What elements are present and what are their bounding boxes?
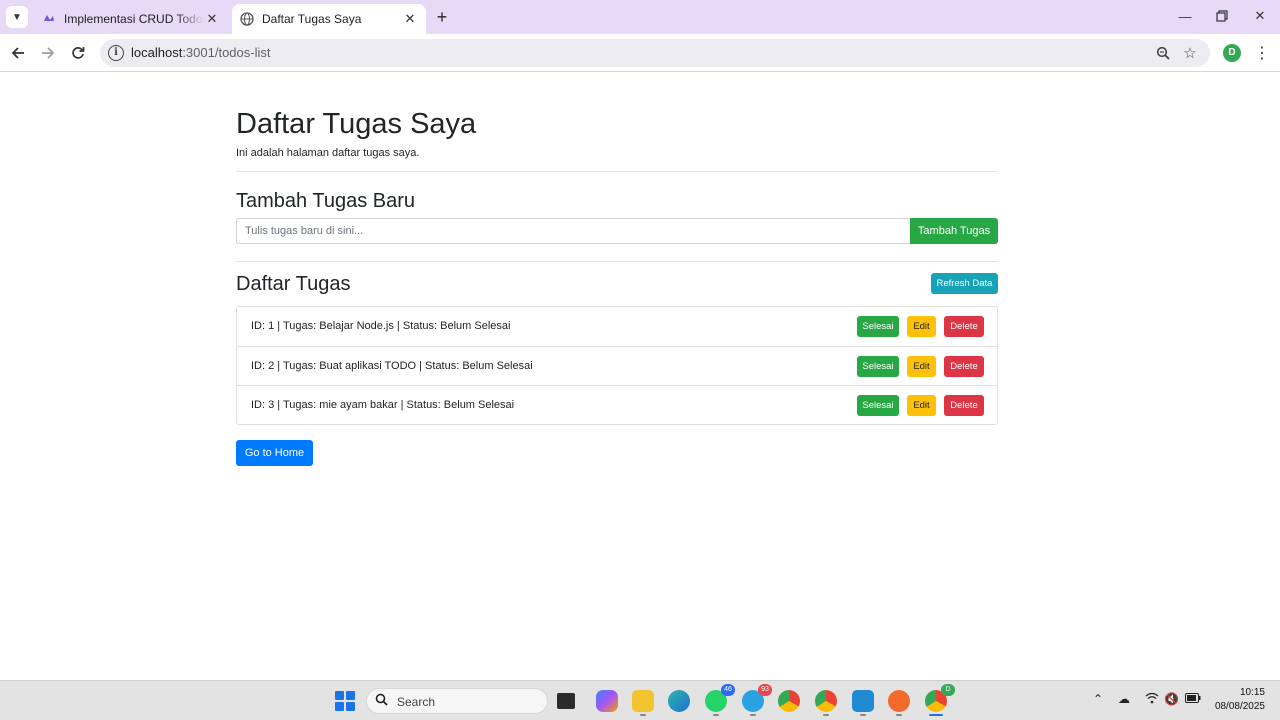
address-bar[interactable]: i localhost:3001/todos-list ☆ bbox=[100, 39, 1210, 67]
page-viewport: Daftar Tugas Saya Ini adalah halaman daf… bbox=[0, 73, 1280, 680]
page-subtitle: Ini adalah halaman daftar tugas saya. bbox=[236, 147, 420, 159]
mark-done-button[interactable]: Selesai bbox=[857, 316, 899, 337]
chrome-icon[interactable] bbox=[778, 690, 800, 712]
close-icon[interactable]: ✕ bbox=[402, 11, 418, 27]
zoom-icon[interactable] bbox=[1154, 44, 1172, 62]
vscode-icon[interactable] bbox=[852, 690, 874, 712]
menu-kebab-icon[interactable]: ⋮ bbox=[1254, 43, 1270, 63]
tab-search-button[interactable]: ▼ bbox=[6, 6, 28, 28]
arrow-left-icon bbox=[11, 47, 24, 59]
running-indicator bbox=[750, 714, 756, 716]
edge-icon[interactable] bbox=[668, 690, 690, 712]
list-item: ID: 3 | Tugas: mie ayam bakar | Status: … bbox=[237, 385, 997, 424]
system-clock[interactable]: 10:15 08/08/2025 bbox=[1205, 686, 1265, 714]
task-list: ID: 1 | Tugas: Belajar Node.js | Status:… bbox=[236, 306, 998, 425]
cloud-app-icon bbox=[42, 12, 56, 26]
tab-daftar-tugas[interactable]: Daftar Tugas Saya ✕ bbox=[232, 4, 426, 34]
search-icon bbox=[375, 693, 388, 709]
close-window-button[interactable]: ✕ bbox=[1245, 6, 1275, 26]
edit-button[interactable]: Edit bbox=[907, 395, 936, 416]
battery-icon[interactable] bbox=[1185, 692, 1201, 706]
task-list-heading: Daftar Tugas bbox=[236, 273, 351, 295]
running-indicator bbox=[823, 714, 829, 716]
volume-muted-icon[interactable]: 🔇 bbox=[1164, 692, 1179, 706]
tab-title: Implementasi CRUD Todos dengan bbox=[64, 12, 204, 26]
bookmark-star-icon[interactable]: ☆ bbox=[1181, 44, 1199, 62]
mark-done-button[interactable]: Selesai bbox=[857, 356, 899, 377]
telegram-icon[interactable]: 93 bbox=[742, 684, 772, 712]
site-info-icon[interactable]: i bbox=[108, 45, 124, 61]
reload-icon bbox=[72, 47, 85, 59]
new-task-input[interactable] bbox=[236, 218, 911, 244]
restore-button[interactable] bbox=[1207, 6, 1237, 26]
taskbar-search[interactable]: Search bbox=[366, 688, 548, 714]
tab-title: Daftar Tugas Saya bbox=[262, 12, 362, 26]
copilot-icon[interactable] bbox=[596, 690, 618, 712]
reload-button[interactable] bbox=[67, 42, 89, 64]
taskbar: Search 46 93 D ⌃ ☁ 🔇 10:15 08/08/2025 bbox=[0, 680, 1280, 720]
list-item: ID: 2 | Tugas: Buat aplikasi TODO | Stat… bbox=[237, 346, 997, 385]
task-text: ID: 2 | Tugas: Buat aplikasi TODO | Stat… bbox=[251, 360, 533, 372]
running-indicator bbox=[640, 714, 646, 716]
close-icon[interactable]: ✕ bbox=[204, 11, 220, 27]
profile-avatar[interactable]: D bbox=[1223, 44, 1241, 62]
delete-button[interactable]: Delete bbox=[944, 316, 984, 337]
notification-badge: 46 bbox=[721, 684, 735, 696]
add-task-heading: Tambah Tugas Baru bbox=[236, 190, 415, 212]
browser-toolbar: i localhost:3001/todos-list ☆ D ⋮ bbox=[0, 34, 1280, 72]
new-tab-button[interactable]: + bbox=[432, 7, 452, 27]
add-task-button[interactable]: Tambah Tugas bbox=[910, 218, 998, 244]
active-indicator bbox=[929, 714, 943, 716]
chrome-profile-icon[interactable] bbox=[815, 690, 837, 712]
postman-icon[interactable] bbox=[888, 690, 910, 712]
minimize-button[interactable]: — bbox=[1170, 6, 1200, 26]
clock-time: 10:15 bbox=[1239, 687, 1265, 698]
arrow-right-icon bbox=[42, 47, 55, 59]
running-indicator bbox=[896, 714, 902, 716]
add-task-form: Tambah Tugas bbox=[236, 218, 998, 244]
url-host: localhost bbox=[131, 45, 183, 60]
profile-badge: D bbox=[941, 684, 955, 696]
task-view-icon[interactable] bbox=[557, 693, 575, 709]
refresh-data-button[interactable]: Refresh Data bbox=[931, 273, 998, 294]
notification-badge: 93 bbox=[758, 684, 772, 696]
url-text: localhost:3001/todos-list bbox=[131, 45, 270, 60]
file-explorer-icon[interactable] bbox=[632, 690, 654, 712]
running-indicator bbox=[713, 714, 719, 716]
edit-button[interactable]: Edit bbox=[907, 356, 936, 377]
divider bbox=[236, 171, 998, 172]
chevron-down-icon: ▼ bbox=[12, 11, 22, 23]
restore-icon bbox=[1216, 10, 1228, 22]
running-indicator bbox=[860, 714, 866, 716]
divider bbox=[236, 261, 998, 262]
whatsapp-icon[interactable]: 46 bbox=[705, 684, 735, 712]
chevron-up-icon[interactable]: ⌃ bbox=[1093, 692, 1103, 706]
task-text: ID: 1 | Tugas: Belajar Node.js | Status:… bbox=[251, 320, 511, 332]
tab-crud-todos[interactable]: Implementasi CRUD Todos dengan ✕ bbox=[34, 4, 228, 34]
windows-start-icon[interactable] bbox=[335, 691, 355, 711]
tab-strip: ▼ Implementasi CRUD Todos dengan ✕ Dafta… bbox=[0, 0, 1280, 34]
delete-button[interactable]: Delete bbox=[944, 356, 984, 377]
list-item: ID: 1 | Tugas: Belajar Node.js | Status:… bbox=[237, 307, 997, 346]
cloud-offline-icon[interactable]: ☁ bbox=[1118, 692, 1130, 706]
search-label: Search bbox=[397, 695, 436, 709]
clock-date: 08/08/2025 bbox=[1214, 701, 1265, 712]
task-text: ID: 3 | Tugas: mie ayam bakar | Status: … bbox=[251, 399, 515, 411]
go-home-button[interactable]: Go to Home bbox=[236, 440, 313, 466]
chrome-active-icon[interactable]: D bbox=[925, 684, 955, 712]
edit-button[interactable]: Edit bbox=[907, 316, 936, 337]
back-button[interactable] bbox=[7, 42, 29, 64]
wifi-icon[interactable] bbox=[1145, 692, 1159, 707]
globe-icon bbox=[240, 12, 254, 26]
mark-done-button[interactable]: Selesai bbox=[857, 395, 899, 416]
url-path: :3001/todos-list bbox=[182, 45, 271, 60]
page-title: Daftar Tugas Saya bbox=[236, 108, 477, 140]
forward-button[interactable] bbox=[37, 42, 59, 64]
delete-button[interactable]: Delete bbox=[944, 395, 984, 416]
